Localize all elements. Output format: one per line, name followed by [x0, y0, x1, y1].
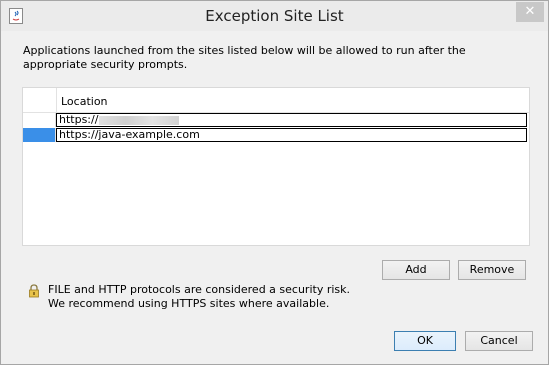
padlock-warning-icon	[27, 284, 41, 301]
add-button[interactable]: Add	[382, 260, 450, 280]
warning-line-2: We recommend using HTTPS sites where ava…	[48, 297, 330, 310]
row-selector-selected[interactable]	[23, 128, 56, 142]
ok-button[interactable]: OK	[394, 331, 456, 351]
description-text: Applications launched from the sites lis…	[23, 44, 466, 71]
column-header-location[interactable]: Location	[61, 95, 108, 108]
row-selector-header	[23, 88, 57, 112]
location-value: https://java-example.com	[59, 128, 200, 141]
location-table: Location https:// https://java-example.c…	[22, 87, 530, 246]
redacted-text	[99, 115, 180, 125]
security-warning-text: FILE and HTTP protocols are considered a…	[48, 283, 350, 311]
close-button[interactable]: ✕	[516, 2, 544, 22]
title-bar: Exception Site List ✕	[1, 1, 548, 31]
table-header: Location	[23, 88, 529, 113]
cancel-button[interactable]: Cancel	[465, 331, 533, 351]
exception-site-list-dialog: Exception Site List ✕ Applications launc…	[0, 0, 549, 365]
location-cell[interactable]: https://	[56, 113, 527, 127]
remove-button[interactable]: Remove	[458, 260, 526, 280]
warning-line-1: FILE and HTTP protocols are considered a…	[48, 283, 351, 296]
window-title: Exception Site List	[205, 7, 344, 25]
table-row[interactable]: https://	[23, 113, 529, 127]
table-row[interactable]: https://java-example.com	[23, 128, 529, 142]
location-cell[interactable]: https://java-example.com	[56, 128, 527, 142]
location-value: https://	[59, 113, 99, 126]
row-selector[interactable]	[23, 113, 56, 127]
